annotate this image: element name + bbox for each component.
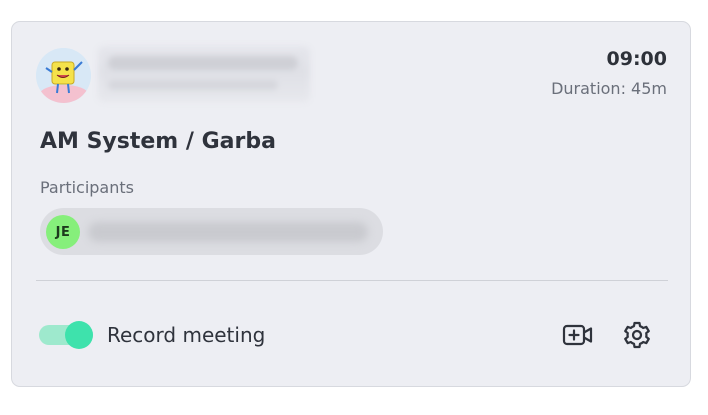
record-meeting-label: Record meeting (107, 323, 266, 347)
record-meeting-toggle[interactable] (39, 321, 93, 349)
organizer-name-redacted (98, 46, 310, 102)
organizer-avatar-image (36, 48, 91, 103)
participant-name-redacted (88, 222, 368, 242)
divider (36, 280, 668, 281)
gear-icon (624, 321, 650, 349)
video-plus-icon (562, 324, 593, 346)
meeting-duration: Duration: 45m (551, 79, 667, 98)
add-video-button[interactable] (561, 318, 595, 352)
settings-button[interactable] (620, 318, 654, 352)
participants-label: Participants (40, 178, 134, 197)
meeting-time: 09:00 (606, 48, 667, 70)
meeting-title: AM System / Garba (40, 129, 276, 154)
meeting-card: 09:00 Duration: 45m AM System / Garba Pa… (11, 21, 691, 387)
participant-avatar: JE (46, 215, 80, 249)
participant-chip[interactable]: JE (40, 208, 383, 255)
toggle-knob (65, 321, 93, 349)
organizer-avatar (36, 48, 91, 103)
